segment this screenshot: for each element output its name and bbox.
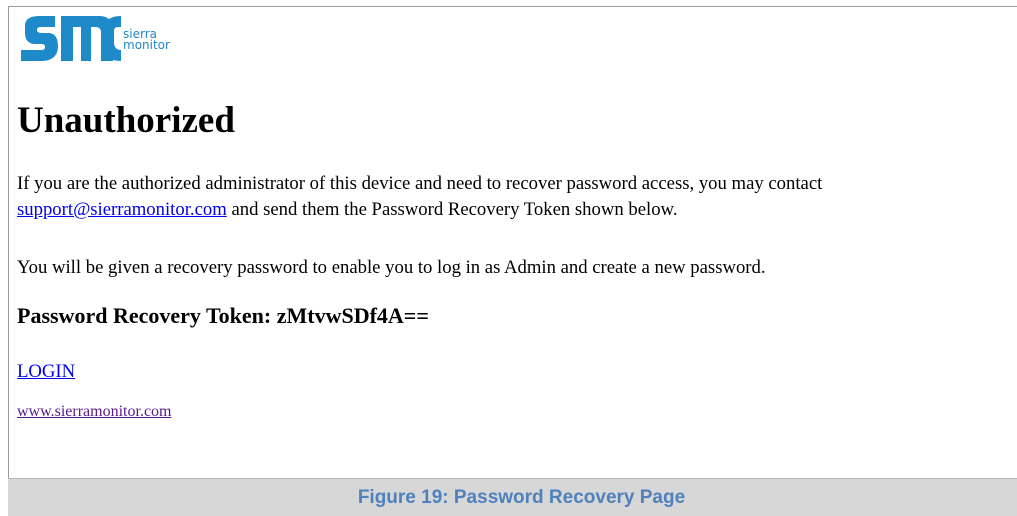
page-title: Unauthorized [17, 100, 235, 141]
figure-caption-text: Figure 19: Password Recovery Page [357, 486, 686, 508]
password-recovery-token: Password Recovery Token: zMtvwSDf4A== [17, 303, 429, 328]
logo-brand-text: sierra monitor [123, 28, 170, 52]
instruction-tail: and send them the Password Recovery Toke… [226, 199, 678, 220]
smc-logo-icon [21, 16, 121, 61]
recovery-note: You will be given a recovery password to… [17, 257, 766, 278]
document-screenshot: sierra monitor Unauthorized If you are t… [0, 0, 1017, 516]
sierra-monitor-logo: sierra monitor [17, 15, 170, 63]
password-recovery-page: sierra monitor Unauthorized If you are t… [8, 6, 1017, 478]
logo-text-monitor: monitor [123, 38, 170, 52]
support-email-link[interactable]: support@sierramonitor.com [17, 199, 227, 220]
recovery-instructions: If you are the authorized administrator … [17, 171, 822, 223]
figure-caption: Figure 19: Password Recovery Page [8, 478, 1017, 516]
instruction-text: If you are the authorized administrator … [17, 173, 823, 194]
sierra-monitor-website-link[interactable]: www.sierramonitor.com [17, 400, 171, 424]
login-link[interactable]: LOGIN [17, 359, 75, 385]
